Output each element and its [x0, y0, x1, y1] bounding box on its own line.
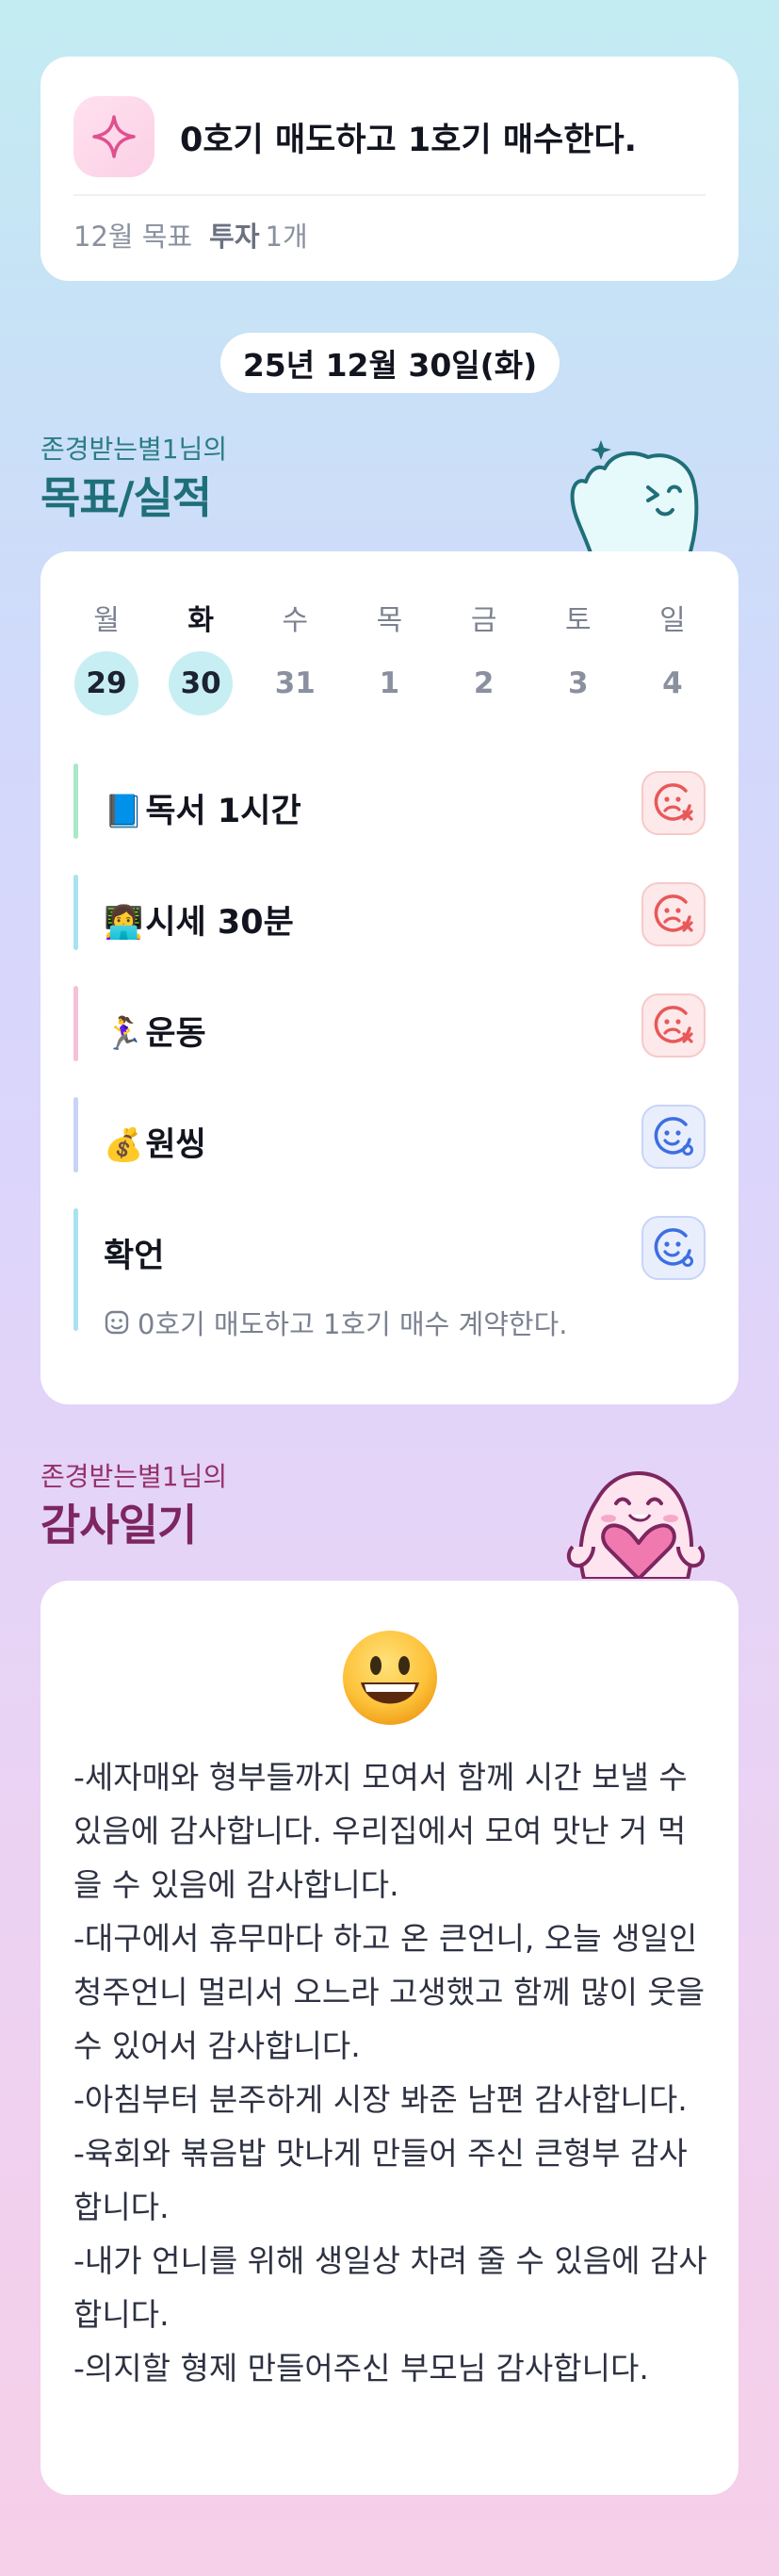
diary-section-subtitle: 존경받는별1님의	[41, 1461, 228, 1492]
habit-label: 💰원씽	[104, 1118, 206, 1166]
habit-bar	[73, 986, 78, 1061]
day-wed[interactable]: 수 31	[262, 597, 328, 715]
habit-bar	[73, 763, 78, 839]
habit-bar	[73, 875, 78, 950]
book-emoji: 📘	[104, 793, 144, 830]
day-of-week: 월	[93, 604, 120, 637]
day-number: 29	[74, 651, 138, 715]
sad-face-status-icon[interactable]	[641, 882, 706, 946]
sad-face-status-icon[interactable]	[641, 993, 706, 1058]
day-tue[interactable]: 화 30	[168, 597, 234, 715]
sad-face-status-icon[interactable]	[641, 771, 706, 835]
habit-note: 0호기 매도하고 1호기 매수 계약한다.	[104, 1303, 568, 1342]
day-of-week: 화	[187, 604, 214, 637]
divider	[73, 194, 706, 196]
habit-bar	[73, 1208, 78, 1331]
day-fri[interactable]: 금 2	[451, 597, 517, 715]
money-bag-emoji: 💰	[104, 1126, 144, 1164]
habit-label: 👩‍💻시세 30분	[104, 895, 294, 943]
monthly-goal-card[interactable]: 0호기 매도하고 1호기 매수한다. 12월 목표 투자 1개	[41, 57, 738, 281]
goal-meta: 12월 목표 투자 1개	[73, 215, 308, 254]
habit-item[interactable]: 👩‍💻시세 30분	[73, 875, 706, 950]
habit-item[interactable]: 📘독서 1시간	[73, 763, 706, 839]
note-face-icon	[105, 1310, 129, 1335]
gratitude-diary-card[interactable]: -세자매와 형부들까지 모여서 함께 시간 보낼 수 있음에 감사합니다. 우리…	[41, 1581, 738, 2495]
smile-face-status-icon[interactable]	[641, 1105, 706, 1169]
grinning-face-icon	[343, 1631, 437, 1725]
day-of-week: 금	[470, 604, 497, 637]
day-of-week: 수	[282, 604, 309, 637]
day-sun[interactable]: 일 4	[640, 597, 706, 715]
diary-text: -세자매와 형부들까지 모여서 함께 시간 보낼 수 있음에 감사합니다. 우리…	[73, 1759, 707, 2387]
day-of-week: 목	[376, 604, 403, 637]
day-sat[interactable]: 토 3	[545, 597, 611, 715]
running-emoji: 🏃‍♀️	[104, 1015, 144, 1053]
sparkle-icon	[73, 96, 154, 177]
day-number: 1	[379, 666, 400, 700]
technologist-emoji: 👩‍💻	[104, 904, 144, 942]
cheering-mascot-icon	[570, 440, 699, 561]
smile-face-status-icon[interactable]	[641, 1216, 706, 1280]
goals-section-subtitle: 존경받는별1님의	[41, 434, 228, 465]
date-label[interactable]: 25년 12월 30일(화)	[220, 333, 560, 393]
day-number: 3	[567, 666, 589, 700]
habit-item[interactable]: 🏃‍♀️운동	[73, 986, 706, 1061]
diary-section-title: 감사일기	[41, 1500, 197, 1551]
goal-period: 12월 목표	[73, 221, 193, 253]
day-number: 2	[473, 666, 495, 700]
day-number: 30	[169, 651, 234, 715]
habit-label: 확언	[104, 1238, 165, 1275]
goal-category: 투자	[209, 221, 260, 253]
habit-text: 운동	[145, 1015, 206, 1053]
habit-text: 시세 30분	[145, 904, 294, 942]
goals-card: 월 29 화 30 수 31 목 1 금 2 토 3 일 4 📘독서 1시간 👩…	[41, 551, 738, 1404]
day-number: 31	[274, 666, 316, 700]
goal-count: 1개	[265, 221, 308, 253]
heart-mascot-icon	[566, 1471, 706, 1579]
habit-label: 🏃‍♀️운동	[104, 1007, 206, 1055]
habit-label: 📘독서 1시간	[104, 784, 301, 832]
habit-text: 독서 1시간	[145, 793, 301, 830]
week-strip: 월 29 화 30 수 31 목 1 금 2 토 3 일 4	[73, 597, 706, 715]
day-of-week: 토	[564, 604, 592, 637]
day-mon[interactable]: 월 29	[73, 597, 139, 715]
goals-section-title: 목표/실적	[41, 472, 212, 523]
habit-bar	[73, 1097, 78, 1173]
habit-item[interactable]: 💰원씽	[73, 1097, 706, 1173]
goal-title: 0호기 매도하고 1호기 매수한다.	[180, 122, 637, 159]
day-of-week: 일	[659, 604, 686, 637]
habit-note-text: 0호기 매도하고 1호기 매수 계약한다.	[138, 1308, 568, 1340]
day-thu[interactable]: 목 1	[356, 597, 422, 715]
habit-text: 원씽	[145, 1126, 206, 1164]
day-number: 4	[662, 666, 683, 700]
habit-item[interactable]: 확언 0호기 매도하고 1호기 매수 계약한다.	[73, 1208, 706, 1340]
